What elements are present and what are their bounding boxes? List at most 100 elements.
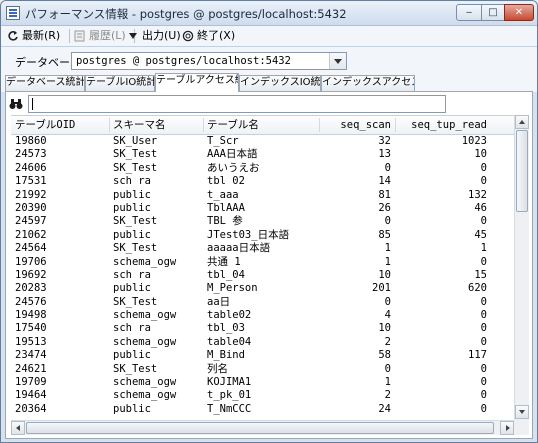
output-menu-item[interactable]: 出力(U): [127, 28, 181, 44]
table-row[interactable]: 24621 SK_Test 列名 0 0: [11, 363, 515, 376]
table-row[interactable]: 19498 schema_ogw table02 4 0: [11, 309, 515, 322]
table-row[interactable]: 24573 SK_Test AAA日本語 13 10: [11, 148, 515, 161]
cell-seq-scan: 85: [378, 228, 391, 241]
cell-oid: 24576: [15, 295, 47, 308]
search-input[interactable]: [28, 95, 451, 113]
column-header-seq-scan[interactable]: seq_scan: [323, 116, 391, 134]
table-row[interactable]: 24576 SK_Test aa日 0 0: [11, 296, 515, 309]
cell-seq-scan: 4: [384, 309, 391, 322]
refresh-label: 最新(R): [22, 29, 61, 42]
app-icon: [6, 6, 20, 20]
cell-table-name: TBL 参: [207, 215, 243, 228]
vertical-scroll-thumb[interactable]: [516, 130, 528, 212]
column-header-oid[interactable]: テーブルOID: [15, 116, 75, 134]
cell-oid: 21062: [15, 228, 47, 241]
tab-index-access-stats[interactable]: インデックスアクセス統計: [321, 75, 415, 91]
table-row[interactable]: 19692 sch ra tbl_04 10 15: [11, 269, 515, 282]
minimize-button[interactable]: ‒: [456, 4, 482, 21]
cell-table-name: M_Person: [207, 282, 258, 295]
column-divider[interactable]: [319, 118, 320, 132]
cell-schema: SK_Test: [113, 295, 158, 308]
cell-seq-tup-read: 10: [474, 148, 487, 161]
refresh-menu-item[interactable]: 最新(R): [7, 28, 60, 44]
table-row[interactable]: 21992 public t_aaa 81 132: [11, 189, 515, 202]
cell-table-name: KOJIMA1: [207, 376, 252, 389]
exit-menu-item[interactable]: 終了(X): [182, 28, 235, 44]
scroll-up-button[interactable]: [515, 115, 529, 129]
cell-oid: 24606: [15, 161, 47, 174]
cell-schema: public: [113, 349, 151, 362]
table-row[interactable]: 19464 schema_ogw t_pk_01 2 0: [11, 389, 515, 402]
chevron-down-icon[interactable]: [329, 53, 346, 69]
horizontal-scrollbar[interactable]: [11, 420, 514, 435]
table-row[interactable]: 20364 public T_NmCCC 24 0: [11, 403, 515, 416]
cell-seq-scan: 0: [384, 362, 391, 375]
cell-seq-tup-read: 0: [480, 335, 487, 348]
cell-schema: schema_ogw: [113, 309, 177, 322]
column-divider[interactable]: [203, 118, 204, 132]
cell-seq-tup-read: 0: [480, 175, 487, 188]
cell-seq-tup-read: 0: [480, 322, 487, 335]
cell-seq-tup-read: 45: [474, 228, 487, 241]
cell-schema: sch ra: [113, 175, 151, 188]
table-row[interactable]: 24606 SK_Test あいうえお 0 0: [11, 162, 515, 175]
table-row[interactable]: 17531 sch ra tbl 02 14 0: [11, 175, 515, 188]
table-row[interactable]: 21062 public JTest03_日本語 85 45: [11, 229, 515, 242]
cell-schema: public: [113, 228, 151, 241]
table-row[interactable]: 24564 SK_Test aaaaa日本語 1 1: [11, 242, 515, 255]
maximize-button[interactable]: □: [481, 4, 505, 21]
cell-table-name: JTest03_日本語: [207, 228, 290, 241]
cell-oid: 20390: [15, 201, 47, 214]
cell-seq-scan: 2: [384, 389, 391, 402]
toolbar: 最新(R) 履歴(L) 出力(U) 終了(X): [1, 26, 537, 47]
cell-seq-tup-read: 0: [480, 161, 487, 174]
cell-oid: 21992: [15, 188, 47, 201]
table-row[interactable]: 19860 SK_User T_Scr 32 1023: [11, 135, 515, 148]
cell-seq-tup-read: 0: [480, 295, 487, 308]
cell-seq-scan: 24: [378, 402, 391, 415]
scrollbar-corner: [514, 420, 529, 435]
text-caret: [32, 98, 33, 110]
scroll-right-button[interactable]: [500, 421, 514, 435]
tab-table-io-stats[interactable]: テーブルIO統計: [85, 75, 155, 91]
tab-database-stats[interactable]: データベース統計: [5, 75, 85, 91]
table-row[interactable]: 23474 public M_Bind 58 117: [11, 349, 515, 362]
vertical-scrollbar[interactable]: [514, 115, 529, 420]
cell-table-name: t_pk_01: [207, 389, 252, 402]
cell-seq-tup-read: 0: [480, 215, 487, 228]
table-body: 19860 SK_User T_Scr 32 1023 24573 SK_Test AAA日本…: [11, 135, 515, 416]
tab-table-access-stats[interactable]: テーブルアクセス統計: [155, 73, 239, 92]
horizontal-scroll-thumb[interactable]: [26, 422, 494, 434]
cell-seq-tup-read: 1: [480, 242, 487, 255]
cell-oid: 24621: [15, 362, 47, 375]
search-field[interactable]: [29, 96, 451, 112]
cell-table-name: 共通 1: [207, 255, 241, 268]
cell-seq-scan: 0: [384, 295, 391, 308]
column-divider[interactable]: [109, 118, 110, 132]
cell-seq-tup-read: 0: [480, 309, 487, 322]
scroll-left-button[interactable]: [11, 421, 25, 435]
table-row[interactable]: 20390 public TblAAA 26 46: [11, 202, 515, 215]
table-row[interactable]: 19513 schema_ogw table04 2 0: [11, 336, 515, 349]
cell-oid: 19513: [15, 335, 47, 348]
title-bar[interactable]: パフォーマンス情報 - postgres @ postgres/localhos…: [1, 1, 537, 26]
cell-table-name: T_Scr: [207, 135, 239, 147]
table-row[interactable]: 19706 schema_ogw 共通 1 1 0: [11, 256, 515, 269]
column-divider[interactable]: [395, 118, 396, 132]
table-row[interactable]: 17540 sch ra tbl_03 10 0: [11, 322, 515, 335]
cell-oid: 24573: [15, 148, 47, 161]
column-header-table-name[interactable]: テーブル名: [207, 116, 259, 134]
tab-index-io-stats[interactable]: インデックスIO統計: [239, 75, 321, 91]
close-button[interactable]: ✕: [504, 4, 534, 21]
history-menu-item[interactable]: 履歴(L): [74, 28, 126, 44]
history-label: 履歴(L): [89, 29, 126, 42]
cell-seq-scan: 81: [378, 188, 391, 201]
table-row[interactable]: 19709 schema_ogw KOJIMA1 1 0: [11, 376, 515, 389]
column-header-seq-tup-read[interactable]: seq_tup_read: [397, 116, 487, 134]
database-select[interactable]: postgres @ postgres/localhost:5432: [71, 52, 347, 70]
table-row[interactable]: 20283 public M_Person 201 620: [11, 282, 515, 295]
table-row[interactable]: 24597 SK_Test TBL 参 0 0: [11, 215, 515, 228]
column-header-schema[interactable]: スキーマ名: [113, 116, 166, 134]
scroll-down-button[interactable]: [515, 405, 529, 419]
cell-oid: 19709: [15, 376, 47, 389]
